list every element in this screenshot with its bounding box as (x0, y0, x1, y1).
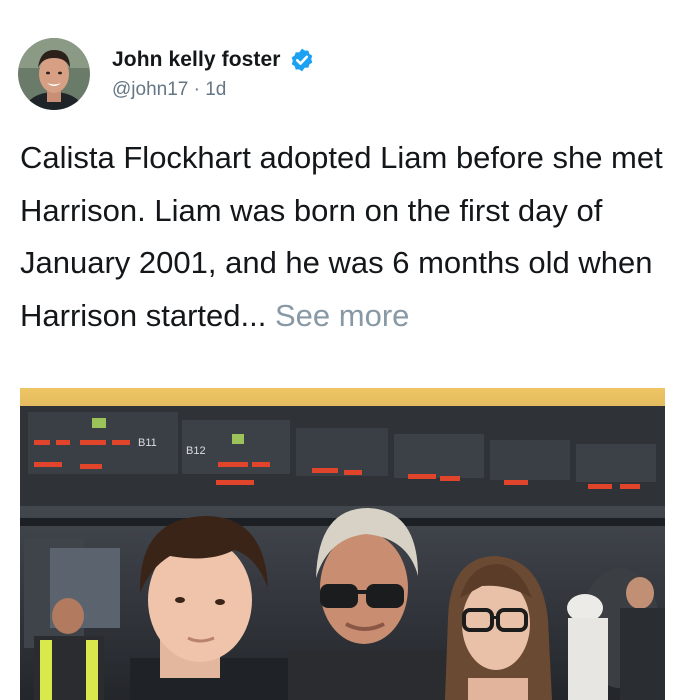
author-display-name[interactable]: John kelly foster (112, 48, 281, 72)
tweet-body: Calista Flockhart adopted Liam before sh… (20, 132, 685, 342)
meta-separator: · (188, 79, 206, 100)
verified-check-icon (289, 47, 315, 73)
gate-sign-b12: B12 (186, 445, 206, 457)
name-row: John kelly foster (112, 47, 315, 73)
tweet-card: John kelly foster @john17 · 1d Calista F… (0, 0, 700, 700)
see-more-link[interactable]: See more (275, 298, 409, 333)
gate-sign-b11: B11 (138, 437, 157, 449)
author-meta: @john17 · 1d (112, 79, 315, 101)
author-block: John kelly foster @john17 · 1d (112, 47, 315, 101)
tweet-header: John kelly foster @john17 · 1d (18, 36, 315, 112)
timestamp[interactable]: 1d (205, 79, 226, 100)
author-handle[interactable]: @john17 (112, 79, 188, 100)
avatar[interactable] (18, 38, 90, 110)
tweet-photo[interactable]: B11 B12 (20, 388, 665, 700)
